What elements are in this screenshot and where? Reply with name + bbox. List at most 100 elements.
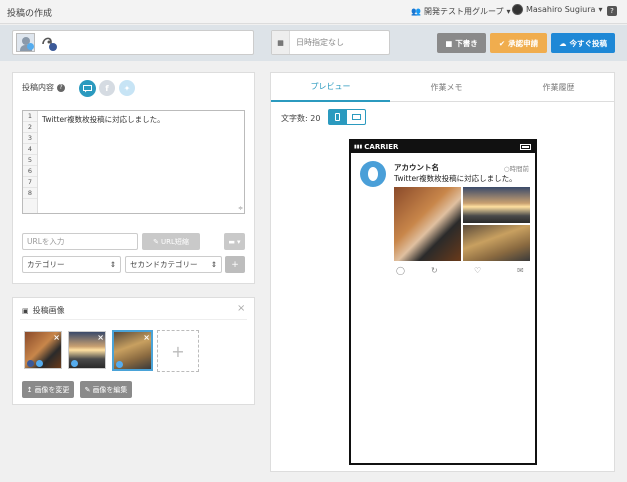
facebook-icon[interactable]: f: [99, 80, 115, 96]
upload-icon: ↥: [26, 385, 33, 394]
post-now-button[interactable]: ☁ 今すぐ投稿: [551, 33, 615, 53]
remove-image-icon[interactable]: ×: [53, 333, 60, 342]
signal-icon: ▮▮▮: [354, 144, 363, 150]
remove-image-icon[interactable]: ×: [97, 333, 104, 342]
line-number: 1: [23, 111, 37, 122]
upload-cloud-icon: ☁: [559, 38, 567, 48]
image-thumbnail[interactable]: ×: [68, 331, 106, 369]
url-input[interactable]: URLを入力: [22, 233, 138, 250]
image-thumbnail-selected[interactable]: ×: [112, 330, 153, 371]
change-image-button[interactable]: ↥ 画像を変更: [22, 381, 74, 398]
account-selector[interactable]: [12, 30, 254, 55]
line-number: 4: [23, 144, 37, 155]
desktop-icon: [351, 114, 361, 120]
pencil-icon: ✎: [153, 237, 159, 246]
group-icon: 👥: [411, 7, 421, 16]
line-number: 7: [23, 177, 37, 188]
facebook-icon: [49, 43, 57, 51]
composer-label-text: 投稿内容: [22, 83, 54, 92]
page-title: 投稿の作成: [7, 9, 53, 19]
approval-request-button[interactable]: ✔ 承認申請: [490, 33, 547, 53]
edit-image-button[interactable]: ✎ 画像を編集: [80, 381, 132, 398]
heart-icon: ♡: [474, 266, 482, 275]
second-category-label: セカンドカテゴリー: [130, 260, 198, 269]
category-label: カテゴリー: [27, 260, 65, 269]
add-category-button[interactable]: +: [225, 256, 245, 273]
chevron-down-icon: ▾: [237, 237, 241, 246]
link-icon: ▬: [228, 237, 236, 246]
tweet-image-2: [463, 187, 530, 223]
post-text: Twitter複数枚投稿に対応しました。: [42, 115, 165, 124]
line-number-gutter: 1 2 3 4 5 6 7 8: [23, 111, 38, 213]
edit-icon: ✎: [84, 385, 91, 394]
select-arrows-icon: ⇕: [210, 260, 217, 269]
line-number: 2: [23, 122, 37, 133]
comment-icon[interactable]: [79, 80, 96, 97]
retweet-icon: ↻: [431, 266, 438, 275]
phone-preview: ▮▮▮ CARRIER アカウント名 ○時間前 Twitter複数枚投稿に対応し…: [349, 139, 537, 465]
draft-label: 下書き: [455, 38, 478, 48]
help-circle-icon: ?: [57, 83, 65, 92]
user-name: Masahiro Sugiura: [526, 5, 596, 14]
mail-icon: ✉: [517, 266, 524, 275]
category-select[interactable]: カテゴリー ⇕: [22, 256, 121, 273]
link-options-dropdown[interactable]: ▬ ▾: [224, 233, 245, 250]
chevron-down-icon: ▾: [598, 5, 603, 14]
chevron-down-icon: ▾: [506, 7, 511, 16]
schedule-date-input[interactable]: ▦ 日時指定なし: [271, 30, 390, 55]
composer-label: 投稿内容 ?: [22, 82, 65, 93]
line-number: 5: [23, 155, 37, 166]
battery-icon: [520, 144, 531, 150]
char-count: 文字数: 20: [281, 114, 321, 123]
date-placeholder: 日時指定なし: [296, 38, 344, 47]
tab-preview[interactable]: プレビュー: [271, 73, 390, 102]
twitter-icon: [36, 360, 43, 367]
tweet-text: Twitter複数枚投稿に対応しました。: [394, 174, 517, 183]
twitter-icon: [71, 360, 78, 367]
mobile-view-button[interactable]: [328, 109, 346, 125]
calendar-icon: ▦: [272, 31, 290, 54]
check-icon: ✔: [498, 38, 506, 48]
carrier-label: CARRIER: [364, 143, 399, 151]
edit-image-label: 画像を編集: [92, 385, 128, 394]
account-avatar-facebook[interactable]: [39, 34, 57, 52]
group-selector[interactable]: 👥 開発テスト用グループ ▾: [411, 6, 511, 17]
tweet-image-1: [394, 187, 461, 261]
tab-work-memo[interactable]: 作業メモ: [390, 73, 503, 102]
avatar: [512, 4, 523, 15]
post-text-editor[interactable]: 1 2 3 4 5 6 7 8 Twitter複数枚投稿に対応しました。 ≑: [22, 110, 245, 214]
phone-status-bar: ▮▮▮ CARRIER: [351, 141, 535, 153]
resize-handle-icon[interactable]: ≑: [238, 205, 243, 212]
image-panel-label: 投稿画像: [32, 306, 65, 315]
image-panel-header: ▣ 投稿画像: [22, 305, 65, 316]
twitter-icon[interactable]: ✦: [119, 80, 135, 96]
reply-icon: ◯: [396, 266, 405, 275]
image-icon: ▣: [22, 306, 29, 315]
tab-work-history[interactable]: 作業履歴: [503, 73, 614, 102]
image-thumbnail[interactable]: ×: [24, 331, 62, 369]
desktop-view-button[interactable]: [346, 109, 366, 125]
avatar: [360, 161, 386, 187]
add-image-button[interactable]: +: [157, 330, 199, 372]
tweet-image-3: [463, 225, 530, 261]
account-name: アカウント名: [394, 163, 439, 172]
account-avatar-twitter[interactable]: [16, 33, 35, 52]
close-icon[interactable]: ×: [237, 303, 245, 314]
second-category-select[interactable]: セカンドカテゴリー ⇕: [125, 256, 222, 273]
approve-label: 承認申請: [508, 38, 539, 48]
facebook-icon: [27, 360, 34, 367]
remove-image-icon[interactable]: ×: [143, 333, 150, 342]
post-time: ○時間前: [503, 165, 529, 173]
change-image-label: 画像を変更: [34, 385, 70, 394]
select-arrows-icon: ⇕: [109, 260, 116, 269]
twitter-icon: [27, 43, 34, 50]
line-number: 6: [23, 166, 37, 177]
save-icon: ■: [445, 38, 453, 48]
group-name: 開発テスト用グループ: [423, 7, 504, 16]
line-number: 3: [23, 133, 37, 144]
url-shorten-button[interactable]: ✎ URL短縮: [142, 233, 200, 250]
help-icon[interactable]: ?: [607, 6, 617, 16]
post-label: 今すぐ投稿: [569, 38, 608, 48]
user-menu[interactable]: Masahiro Sugiura ▾: [512, 4, 602, 15]
save-draft-button[interactable]: ■ 下書き: [437, 33, 486, 53]
